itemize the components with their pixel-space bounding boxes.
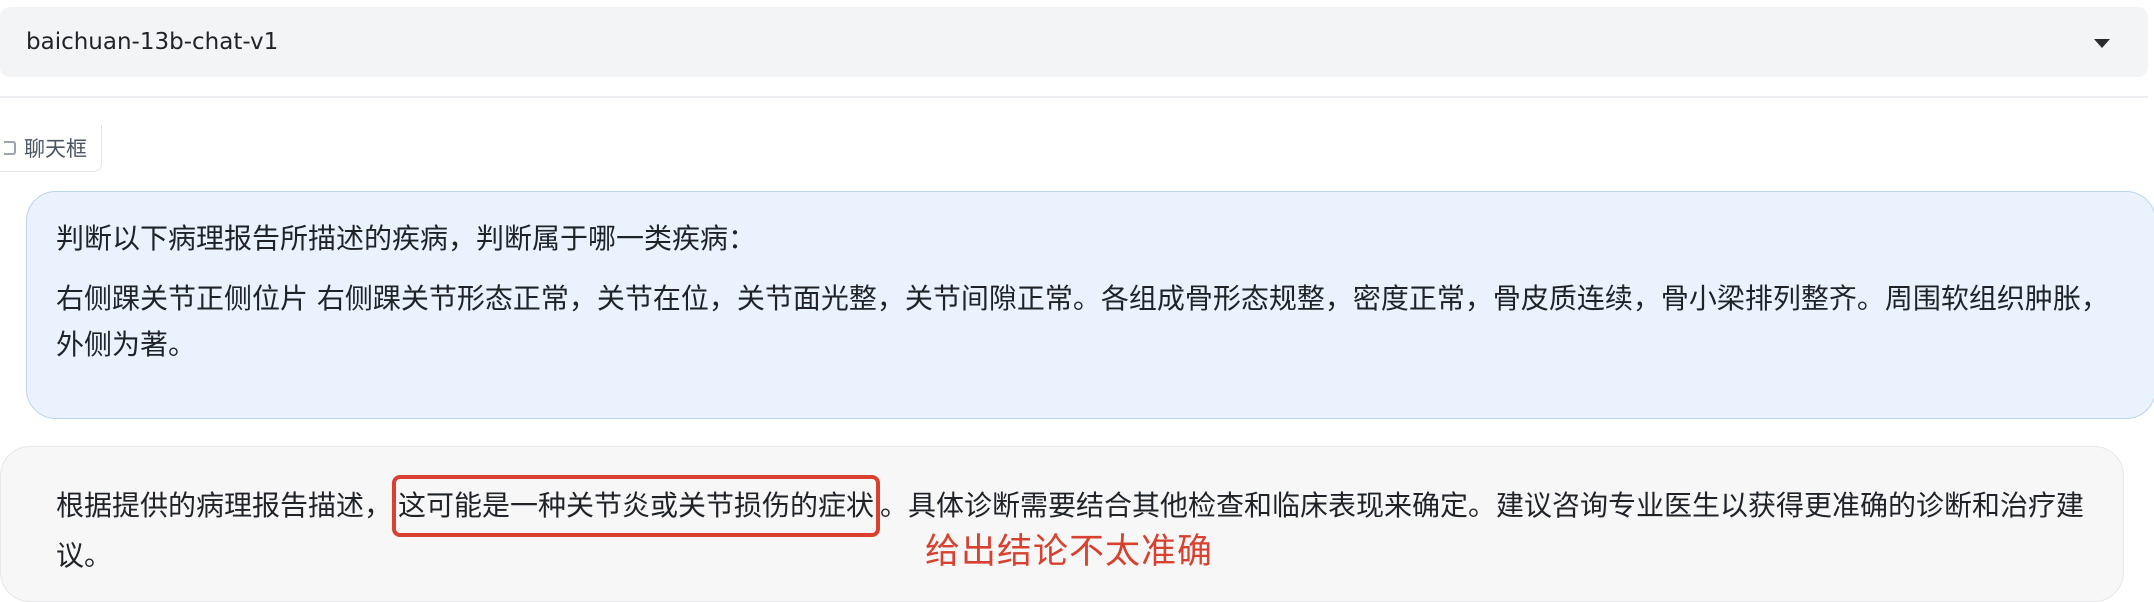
divider — [0, 96, 2148, 98]
model-dropdown-value: baichuan-13b-chat-v1 — [26, 29, 279, 55]
chatbot-label: 聊天框 — [0, 125, 102, 172]
chevron-down-icon[interactable] — [2094, 39, 2110, 48]
user-message: 判断以下病理报告所描述的疾病，判断属于哪一类疾病： 右侧踝关节正侧位片 右侧踝关… — [26, 191, 2154, 419]
model-dropdown[interactable]: baichuan-13b-chat-v1 — [0, 7, 2148, 77]
chat-icon — [4, 141, 16, 155]
annotation-note: 给出结论不太准确 — [925, 532, 1214, 572]
chatbot-label-text: 聊天框 — [24, 137, 87, 161]
user-message-question: 判断以下病理报告所描述的疾病，判断属于哪一类疾病： — [56, 222, 757, 255]
highlighted-conclusion: 这可能是一种关节炎或关节损伤的症状 — [392, 475, 881, 537]
user-message-report: 右侧踝关节正侧位片 右侧踝关节形态正常，关节在位，关节面光整，关节间隙正常。各组… — [56, 282, 2109, 361]
bot-message-before: 根据提供的病理报告描述， — [56, 489, 393, 522]
